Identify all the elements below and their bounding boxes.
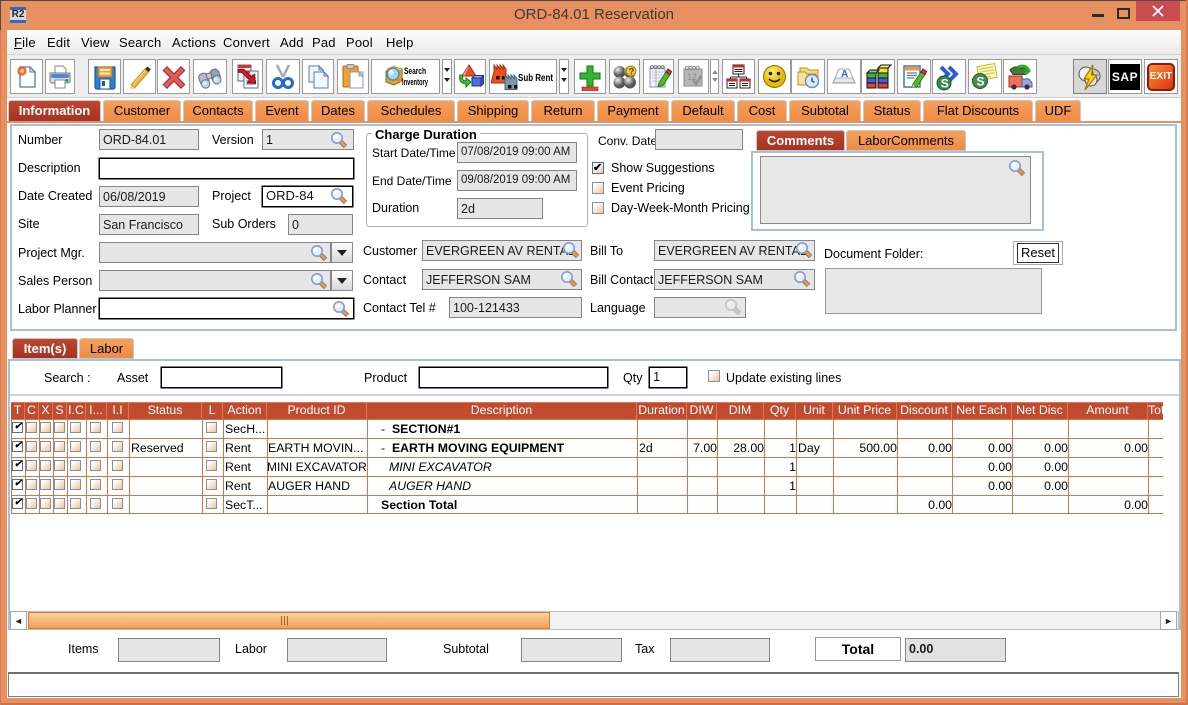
svg-text:12: 12 xyxy=(687,72,697,82)
svg-text:?: ? xyxy=(629,67,635,77)
svg-text:Search: Search xyxy=(404,66,426,76)
svg-text:Sub Rent: Sub Rent xyxy=(518,72,553,84)
svg-text:Inventory: Inventory xyxy=(402,77,428,87)
svg-text:S: S xyxy=(977,74,985,88)
svg-text:A: A xyxy=(841,69,848,80)
svg-text:S: S xyxy=(941,76,949,90)
